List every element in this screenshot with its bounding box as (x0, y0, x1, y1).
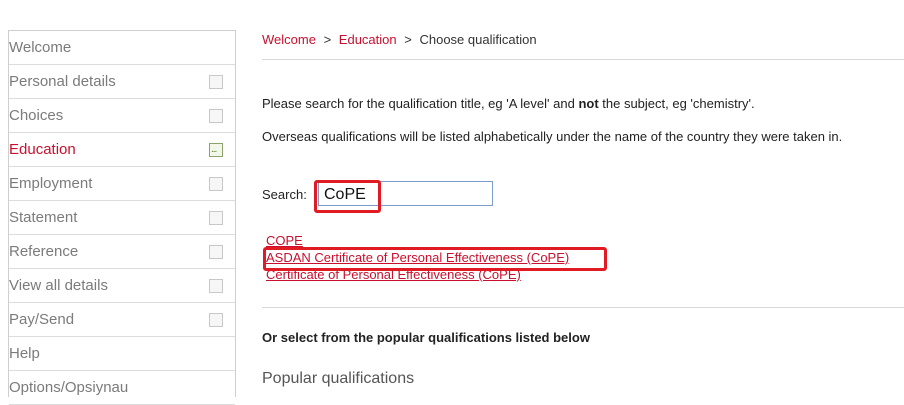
sidebar-item-label: Choices (9, 107, 64, 124)
result-link-certificate-cope[interactable]: Certificate of Personal Effectiveness (C… (266, 266, 569, 283)
sidebar-item-choices[interactable]: Choices (9, 99, 235, 133)
overseas-note: Overseas qualifications will be listed a… (262, 129, 843, 144)
status-checkbox-icon (209, 279, 223, 293)
result-link-cope[interactable]: COPE (266, 232, 569, 249)
sidebar-item-pay-send[interactable]: Pay/Send (9, 303, 235, 337)
breadcrumb-separator: > (323, 32, 332, 47)
breadcrumb-education-link[interactable]: Education (339, 32, 397, 47)
breadcrumb-separator: > (404, 32, 412, 47)
breadcrumb-current: Choose qualification (419, 32, 537, 47)
sidebar-item-education[interactable]: Education ... (9, 133, 235, 167)
sidebar-item-label: Education (9, 141, 76, 158)
sidebar-item-label: Statement (9, 209, 78, 226)
search-input[interactable] (318, 181, 493, 206)
sidebar-item-employment[interactable]: Employment (9, 167, 235, 201)
sidebar-item-label: Reference (9, 243, 79, 260)
sidebar-item-personal-details[interactable]: Personal details (9, 65, 235, 99)
status-checkbox-icon (209, 313, 223, 327)
sidebar-item-welcome[interactable]: Welcome (9, 31, 235, 65)
divider (262, 59, 904, 60)
sidebar-item-label: Welcome (9, 39, 72, 56)
status-checkbox-icon (209, 109, 223, 123)
status-checkbox-icon (209, 211, 223, 225)
sidebar-item-label: View all details (9, 277, 108, 294)
main-content: Welcome > Education > Choose qualificati… (262, 0, 904, 397)
divider (262, 307, 904, 308)
status-checkbox-icon (209, 245, 223, 259)
popular-heading: Popular qualifications (262, 370, 415, 387)
instruction-text: Please search for the qualification titl… (262, 96, 755, 111)
sidebar-nav: Welcome Personal details Choices Educati… (8, 30, 236, 405)
in-progress-icon: ... (209, 143, 223, 157)
search-label: Search: (262, 187, 307, 202)
sidebar-item-reference[interactable]: Reference (9, 235, 235, 269)
sidebar-item-options[interactable]: Options/Opsiynau (9, 371, 235, 405)
result-link-asdan-cope[interactable]: ASDAN Certificate of Personal Effectiven… (266, 249, 569, 266)
sidebar-item-label: Employment (9, 175, 93, 192)
sidebar-item-help[interactable]: Help (9, 337, 235, 371)
sidebar-item-label: Pay/Send (9, 311, 75, 328)
popular-prompt: Or select from the popular qualification… (262, 330, 590, 345)
status-checkbox-icon (209, 75, 223, 89)
search-results: COPE ASDAN Certificate of Personal Effec… (266, 232, 569, 283)
sidebar-item-label: Options/Opsiynau (9, 379, 129, 396)
sidebar-item-label: Personal details (9, 73, 116, 90)
sidebar-item-label: Help (9, 345, 40, 362)
sidebar-item-view-all-details[interactable]: View all details (9, 269, 235, 303)
sidebar-item-statement[interactable]: Statement (9, 201, 235, 235)
search-row: Search: (262, 181, 493, 206)
status-checkbox-icon (209, 177, 223, 191)
breadcrumb: Welcome > Education > Choose qualificati… (262, 32, 537, 47)
breadcrumb-welcome-link[interactable]: Welcome (262, 32, 316, 47)
